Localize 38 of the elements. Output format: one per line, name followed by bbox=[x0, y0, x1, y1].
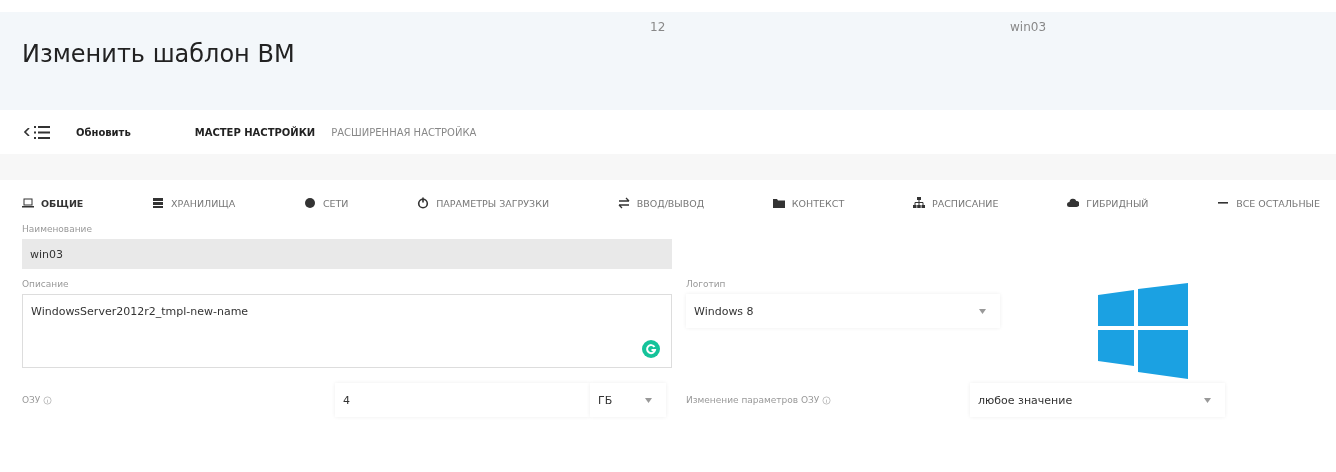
field-label: Наименование bbox=[22, 224, 93, 234]
info-icon bbox=[43, 395, 53, 405]
ram-field[interactable]: 4 bbox=[335, 383, 590, 417]
template-name: win03 bbox=[1010, 20, 1047, 34]
caret-icon bbox=[1204, 397, 1211, 403]
refresh-button[interactable]: Обновить bbox=[70, 125, 137, 139]
field-label: ОЗУ bbox=[22, 395, 41, 405]
field-label: Описание bbox=[22, 279, 70, 289]
template-id: 12 bbox=[650, 20, 666, 34]
logo-select[interactable]: Windows 8 bbox=[686, 294, 1000, 328]
ram-change-select[interactable]: любое значение bbox=[970, 383, 1225, 417]
power-icon bbox=[417, 197, 430, 209]
laptop-icon bbox=[22, 197, 34, 209]
section-tab[interactable]: РАСПИСАНИЕ bbox=[906, 192, 1005, 214]
page-title: Изменить шаблон ВМ bbox=[22, 40, 295, 68]
four-pane-logo-icon bbox=[1098, 283, 1188, 379]
section-tab[interactable]: ОБЩИЕ bbox=[16, 192, 90, 214]
section-tab[interactable]: ВСЕ ОСТАЛЬНЫЕ bbox=[1211, 192, 1326, 214]
exchange-icon bbox=[617, 197, 630, 209]
section-tab[interactable]: ПАРАМЕТРЫ ЗАГРУЗКИ bbox=[411, 192, 555, 214]
back-button[interactable] bbox=[22, 126, 32, 138]
storage-icon bbox=[152, 197, 165, 209]
unit-select[interactable]: ГБ bbox=[590, 383, 666, 417]
menu-icon[interactable] bbox=[32, 123, 52, 141]
section-tab[interactable]: СЕТИ bbox=[297, 192, 355, 214]
caret-icon bbox=[979, 308, 986, 314]
cloud-icon bbox=[1067, 197, 1080, 209]
sitemap-icon bbox=[912, 197, 925, 209]
section-tab[interactable]: ГИБРИДНЫЙ bbox=[1061, 192, 1155, 214]
info-icon bbox=[822, 395, 832, 405]
field-label: Изменение параметров ОЗУ bbox=[686, 395, 820, 405]
caret-icon bbox=[645, 397, 652, 403]
field-label: Логотип bbox=[686, 279, 727, 289]
section-tab[interactable]: ХРАНИЛИЩА bbox=[146, 192, 242, 214]
folder-icon bbox=[772, 197, 785, 209]
description-field[interactable]: WindowsServer2012r2_tmpl-new-name bbox=[22, 294, 672, 368]
section-tab[interactable]: ВВОД/ВЫВОД bbox=[611, 192, 711, 214]
section-tab[interactable]: КОНТЕКСТ bbox=[766, 192, 851, 214]
